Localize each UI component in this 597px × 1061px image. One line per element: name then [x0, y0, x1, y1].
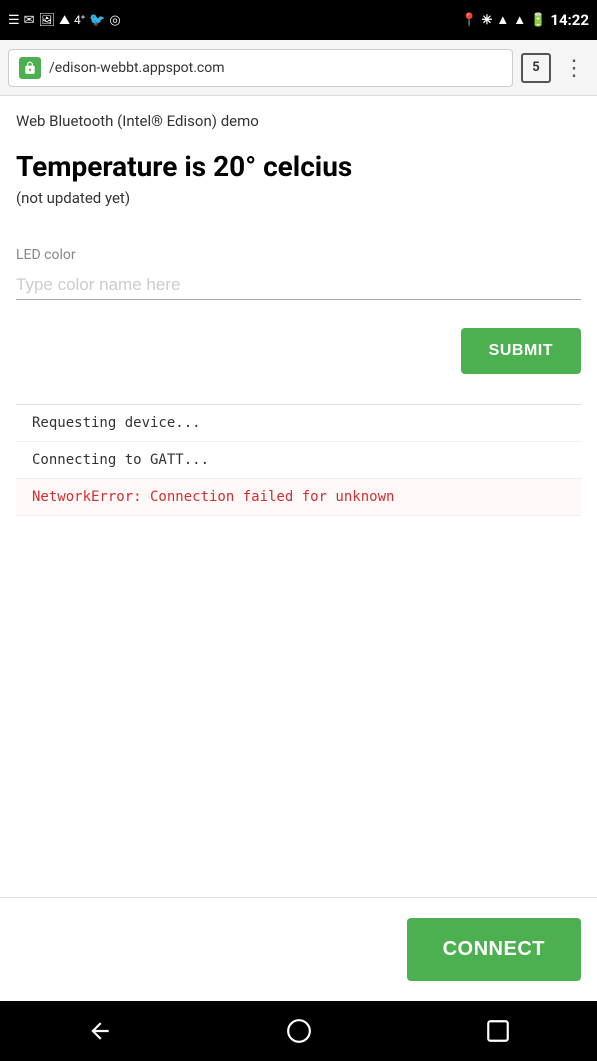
- location-icon: 📍: [461, 13, 477, 28]
- address-bar: /edison-webbt.appspot.com 5 ⋮: [0, 40, 597, 96]
- tab-count-button[interactable]: 5: [521, 53, 551, 83]
- bluetooth-icon: ✳: [482, 13, 493, 28]
- led-section: LED color: [16, 247, 581, 300]
- status-bar-left: ☰ ✉ 🖼 ⛰ 4° 🐦 ◎: [8, 13, 121, 28]
- home-circle-icon: [286, 1018, 312, 1044]
- main-content: Web Bluetooth (Intel® Edison) demo Tempe…: [0, 96, 597, 897]
- back-icon: [87, 1018, 113, 1044]
- recents-button[interactable]: [485, 1018, 511, 1044]
- temp-icon: 4°: [74, 13, 85, 27]
- address-text: /edison-webbt.appspot.com: [49, 60, 502, 76]
- submit-row: SUBMIT: [16, 328, 581, 374]
- bottom-nav: [0, 1001, 597, 1061]
- signal-icon: ▲: [513, 12, 526, 28]
- not-updated-text: (not updated yet): [16, 189, 581, 207]
- connect-button[interactable]: CONNECT: [407, 918, 581, 981]
- log-line-2: Connecting to GATT...: [16, 442, 581, 479]
- page-title: Web Bluetooth (Intel® Edison) demo: [16, 112, 581, 130]
- more-button[interactable]: ⋮: [559, 55, 589, 81]
- lock-icon: [19, 57, 41, 79]
- status-bar-right: 📍 ✳ ▲ ▲ 🔋 14:22: [461, 11, 589, 29]
- led-label: LED color: [16, 247, 581, 263]
- log-area: Requesting device... Connecting to GATT.…: [16, 404, 581, 897]
- temperature-heading: Temperature is 20° celcius: [16, 150, 581, 183]
- chrome-icon: ◎: [109, 13, 120, 28]
- led-color-input[interactable]: [16, 271, 581, 300]
- log-line-1: Requesting device...: [16, 405, 581, 442]
- mountain-icon: ⛰: [59, 13, 70, 28]
- twitter-icon: 🐦: [89, 13, 105, 28]
- connect-area: CONNECT: [0, 897, 597, 1001]
- battery-icon: 🔋: [530, 13, 546, 28]
- submit-button[interactable]: SUBMIT: [461, 328, 581, 374]
- home-button[interactable]: [286, 1018, 312, 1044]
- status-bar: ☰ ✉ 🖼 ⛰ 4° 🐦 ◎ 📍 ✳ ▲ ▲ 🔋 14:22: [0, 0, 597, 40]
- recents-icon: [485, 1018, 511, 1044]
- log-line-3-error: NetworkError: Connection failed for unkn…: [16, 479, 581, 516]
- status-time: 14:22: [550, 11, 589, 29]
- doc-icon: ☰: [8, 13, 20, 28]
- address-input-wrap[interactable]: /edison-webbt.appspot.com: [8, 49, 513, 87]
- wifi-icon: ▲: [496, 12, 509, 28]
- email-icon: ✉: [24, 13, 35, 28]
- image-icon: 🖼: [39, 13, 56, 28]
- back-button[interactable]: [87, 1018, 113, 1044]
